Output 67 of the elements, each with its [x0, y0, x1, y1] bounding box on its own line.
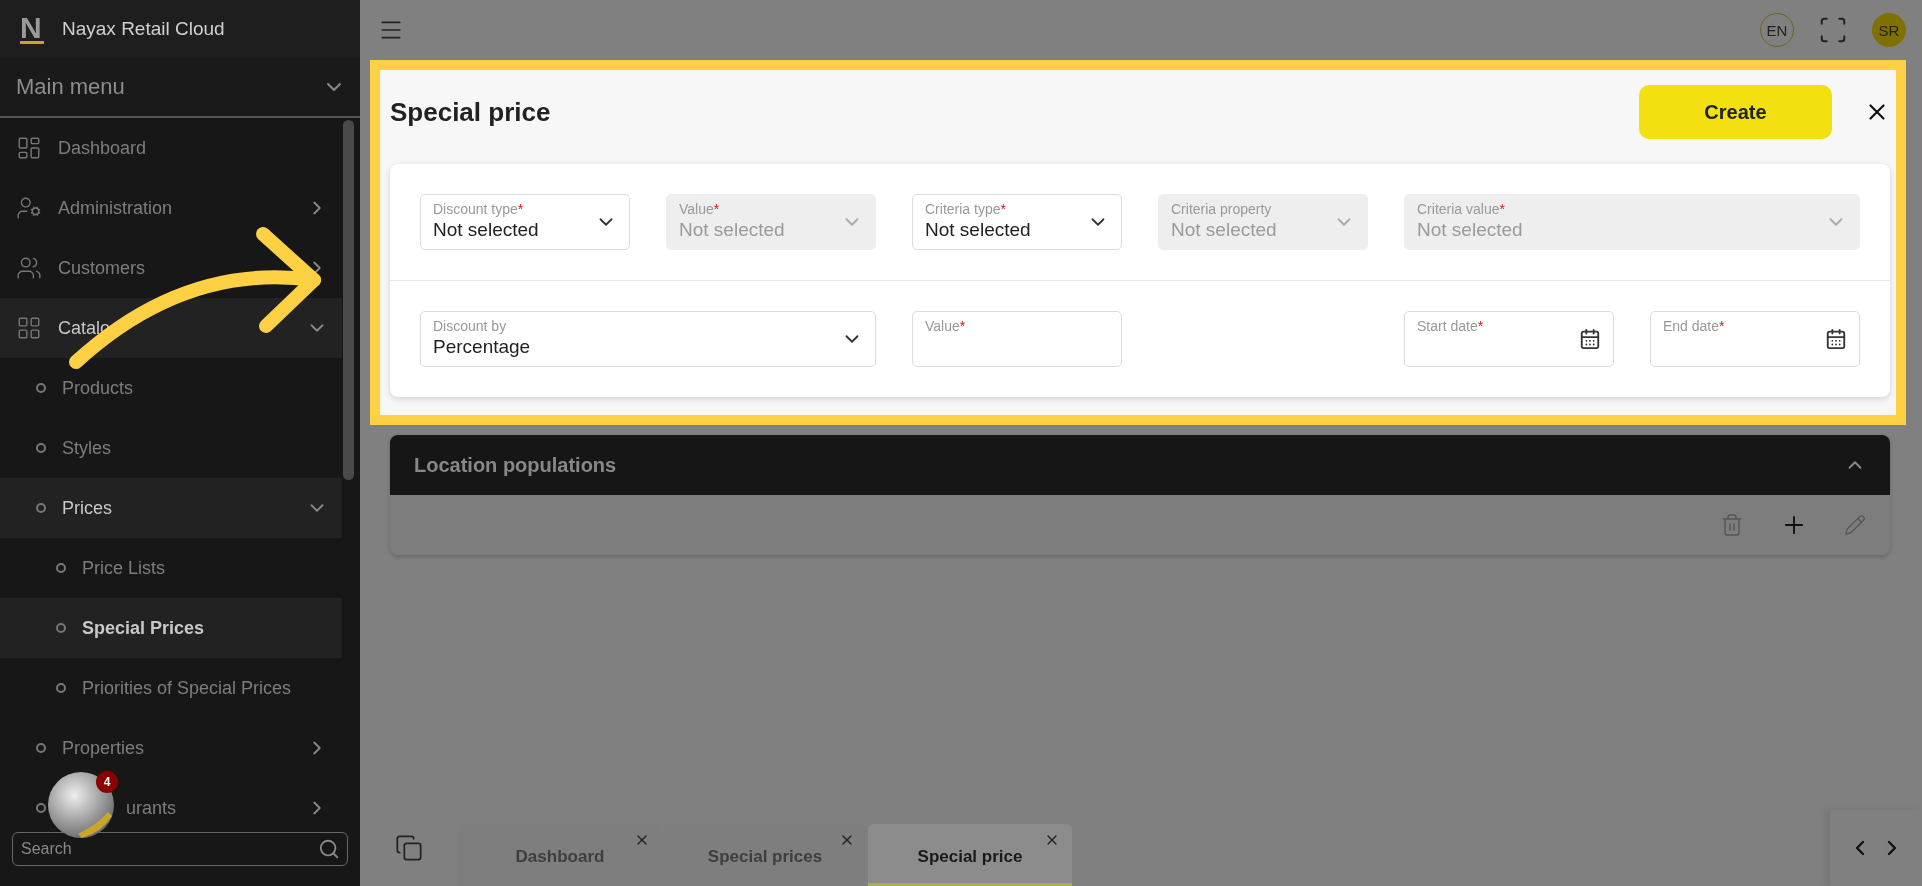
panel-title: Location populations [414, 453, 617, 477]
user-avatar[interactable]: SR [1872, 13, 1906, 47]
field-value: Not selected [1171, 219, 1278, 241]
select-field[interactable]: Criteria type* Not selected [912, 194, 1122, 250]
calendar-icon [1825, 328, 1847, 350]
search-field[interactable]: Search [12, 832, 348, 866]
sidebar-item-label: Dashboard [58, 137, 148, 159]
field-label: Criteria value* [1417, 201, 1506, 217]
windows-icon[interactable] [395, 834, 423, 862]
app-name: Nayax Retail Cloud [62, 18, 225, 40]
sidebar-item-label: Price Lists [82, 557, 167, 579]
sidebar-item[interactable]: Prices [0, 478, 342, 538]
notification-badge: 4 [96, 771, 118, 793]
bullet-icon [56, 563, 66, 573]
sidebar-item[interactable]: Price Lists [0, 538, 342, 598]
sidebar-item-label: Prices [62, 497, 113, 519]
tab[interactable]: Special price [868, 824, 1072, 886]
sidebar-item-label: Styles [62, 437, 113, 459]
field-label: Criteria type* [925, 201, 1007, 217]
sidebar-item-label: Priorities of Special Prices [82, 677, 293, 699]
sidebar-item[interactable]: Styles [0, 418, 342, 478]
field-value: Percentage [433, 336, 532, 358]
bullet-icon [56, 683, 66, 693]
logo-icon [78, 812, 112, 838]
calendar-icon [1579, 328, 1601, 350]
field-value: Not selected [679, 219, 786, 241]
menu-title: Main menu [16, 74, 125, 100]
sidebar-item[interactable]: Customers [0, 238, 342, 298]
sidebar-item[interactable]: Products [0, 358, 342, 418]
field-label: Value* [925, 318, 967, 334]
bullet-icon [36, 803, 46, 813]
sidebar-item-label: Products [62, 377, 135, 399]
fullscreen-icon[interactable] [1818, 15, 1848, 45]
select-field[interactable]: Discount by Percentage [420, 311, 876, 367]
input-field[interactable]: Value* [912, 311, 1122, 367]
field-value: Not selected [433, 219, 540, 241]
bullet-icon [36, 383, 46, 393]
create-button[interactable]: Create [1639, 85, 1832, 139]
field-label: Start date* [1417, 318, 1485, 334]
field-value: Not selected [925, 219, 1032, 241]
panel-header[interactable]: Location populations [390, 435, 1890, 495]
bullet-icon [36, 443, 46, 453]
field-value: Not selected [1417, 219, 1524, 241]
select-field[interactable]: Discount type* Not selected [420, 194, 630, 250]
field-label: Discount by [433, 318, 508, 334]
sidebar-item[interactable]: Dashboard [0, 118, 342, 178]
date-field[interactable]: End date* [1650, 311, 1860, 367]
sidebar-item-label: Properties [62, 737, 146, 759]
sidebar-item-label: Special Prices [82, 617, 206, 639]
sidebar-item[interactable]: Special Prices [0, 598, 342, 658]
bullet-icon [36, 743, 46, 753]
logo: N [20, 14, 44, 44]
field-label: End date* [1663, 318, 1726, 334]
sidebar-item[interactable]: Administration [0, 178, 342, 238]
field-label: Criteria property [1171, 201, 1273, 217]
search-icon[interactable] [318, 838, 340, 860]
scrollbar[interactable] [343, 120, 354, 480]
date-field[interactable]: Start date* [1404, 311, 1614, 367]
bullet-icon [36, 503, 46, 513]
sidebar-item-label: Customers [58, 257, 147, 279]
bullet-icon [56, 623, 66, 633]
page-title: Special price [390, 96, 552, 128]
sidebar-item-label: Administration [58, 197, 174, 219]
field-label: Value* [679, 201, 721, 217]
sidebar-item[interactable]: Priorities of Special Prices [0, 658, 342, 718]
sidebar-item[interactable]: urants [126, 797, 290, 819]
field-label: Discount type* [433, 201, 525, 217]
